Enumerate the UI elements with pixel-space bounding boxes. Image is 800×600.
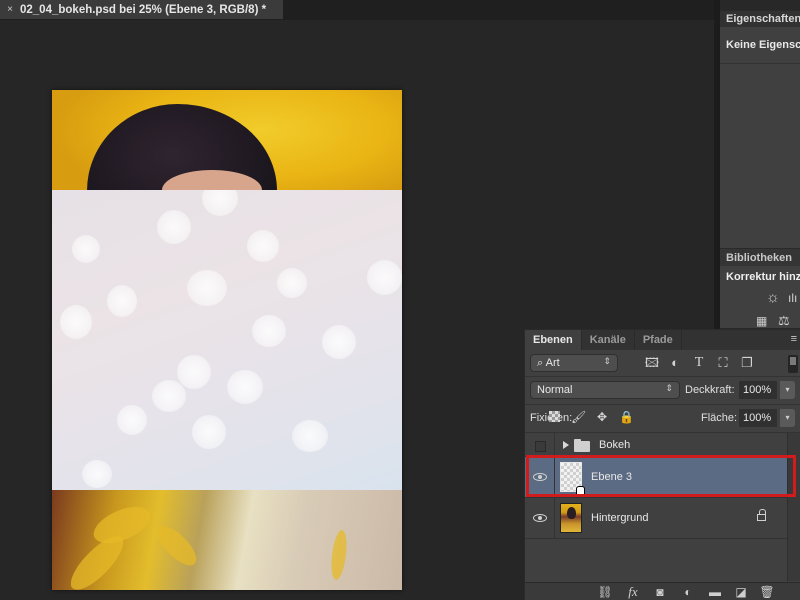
- new-adjustment-icon[interactable]: ◐: [680, 585, 696, 599]
- tab-paths[interactable]: Pfade: [635, 330, 682, 350]
- panel-menu-icon[interactable]: ≡: [791, 333, 797, 345]
- layer-name: Hintergrund: [591, 512, 649, 524]
- tab-channels[interactable]: Kanäle: [582, 330, 635, 350]
- properties-message: Keine Eigenschaften: [726, 39, 800, 51]
- layer-name: Ebene 3: [591, 471, 632, 483]
- document-tab[interactable]: × 02_04_bokeh.psd bei 25% (Ebene 3, RGB/…: [0, 0, 283, 19]
- visibility-cell[interactable]: [525, 433, 555, 456]
- layer-lock-icon[interactable]: [757, 509, 766, 521]
- bokeh-layer: [52, 190, 402, 490]
- lock-image-pixels-icon[interactable]: 🖌: [571, 410, 586, 424]
- adjustments-panel: Bibliotheken Korrektur hinzufügen ☼ ılı …: [720, 248, 800, 328]
- search-icon: ⌕: [537, 357, 544, 369]
- bokeh-circle: [367, 260, 402, 295]
- bokeh-circle: [82, 460, 112, 488]
- brightness-contrast-icon[interactable]: ☼: [766, 290, 780, 306]
- tab-libraries[interactable]: Bibliotheken: [720, 249, 800, 266]
- pixel-layer-filter-icon[interactable]: 🖾: [644, 355, 660, 371]
- select-arrows-icon: ⇕: [665, 383, 673, 393]
- add-mask-icon[interactable]: ◙: [652, 585, 668, 599]
- new-group-icon[interactable]: ▬: [707, 585, 723, 599]
- bokeh-circle: [322, 325, 356, 359]
- fill-input[interactable]: 100%: [739, 409, 777, 427]
- bokeh-circle: [177, 355, 211, 389]
- close-tab-icon[interactable]: ×: [2, 4, 18, 15]
- background-photo-top: [52, 90, 402, 234]
- balance-icon[interactable]: ⚖: [778, 313, 790, 329]
- bokeh-circle: [72, 235, 100, 263]
- gradient-map-icon[interactable]: ▦: [756, 313, 767, 329]
- lock-all-icon[interactable]: 🔒: [619, 410, 634, 424]
- blend-mode-select[interactable]: Normal ⇕: [530, 381, 680, 399]
- smart-object-filter-icon[interactable]: ❐: [739, 355, 755, 371]
- bokeh-circle: [277, 268, 307, 298]
- tab-properties[interactable]: Eigenschaften: [720, 11, 800, 27]
- visibility-off-box[interactable]: [535, 441, 546, 452]
- layer-row-ebene-3[interactable]: Ebene 3: [525, 457, 787, 498]
- layers-panel: Ebenen Kanäle Pfade ≡ ⌕ Art ⇕ 🖾 ◐ T ⛶ ❐ …: [524, 329, 800, 600]
- document-tab-title: 02_04_bokeh.psd bei 25% (Ebene 3, RGB/8)…: [20, 3, 267, 16]
- eye-icon[interactable]: [533, 514, 547, 522]
- blend-mode-value: Normal: [537, 384, 573, 396]
- bokeh-circle: [252, 315, 286, 347]
- layer-name: Bokeh: [599, 439, 631, 451]
- wheat-shape: [150, 521, 204, 571]
- layer-list: Bokeh Ebene 3 Hintergrund: [525, 433, 787, 581]
- fill-dropdown-button[interactable]: ▾: [780, 409, 795, 427]
- background-photo-bottom: [52, 490, 402, 590]
- select-arrows-icon: ⇕: [603, 356, 611, 366]
- document-tab-bar: × 02_04_bokeh.psd bei 25% (Ebene 3, RGB/…: [0, 0, 714, 20]
- filter-toggle-switch[interactable]: [788, 355, 798, 373]
- layer-row-hintergrund[interactable]: Hintergrund: [525, 498, 787, 539]
- lock-transparency-icon[interactable]: [549, 411, 560, 422]
- layers-panel-tabs: Ebenen Kanäle Pfade ≡: [525, 330, 800, 350]
- photoshop-window: × 02_04_bokeh.psd bei 25% (Ebene 3, RGB/…: [0, 0, 800, 600]
- layer-thumbnail[interactable]: [560, 503, 582, 533]
- layer-row-bokeh[interactable]: Bokeh: [525, 433, 787, 457]
- bokeh-circle: [187, 270, 227, 306]
- bokeh-circle: [152, 380, 186, 412]
- bokeh-circle: [107, 285, 137, 317]
- type-layer-filter-icon[interactable]: T: [691, 355, 707, 371]
- new-layer-icon[interactable]: ◪: [733, 585, 749, 599]
- bokeh-circle: [227, 370, 263, 404]
- expand-group-icon[interactable]: [563, 441, 569, 449]
- adjustments-heading: Korrektur hinzufügen: [726, 271, 800, 283]
- visibility-cell[interactable]: [525, 457, 555, 497]
- divider: [720, 63, 800, 64]
- eye-icon[interactable]: [533, 473, 547, 481]
- delete-layer-icon[interactable]: 🗑: [759, 585, 775, 599]
- wheat-shape: [327, 529, 351, 581]
- lock-position-icon[interactable]: ✥: [595, 410, 609, 424]
- layer-list-scrollbar[interactable]: [787, 433, 800, 581]
- layers-bottom-toolbar: ⛓ fx ◙ ◐ ▬ ◪ 🗑: [525, 582, 800, 600]
- opacity-dropdown-button[interactable]: ▾: [780, 381, 795, 399]
- visibility-cell[interactable]: [525, 498, 555, 538]
- adjustment-layer-filter-icon[interactable]: ◐: [667, 355, 683, 371]
- hand-cursor-icon: [576, 486, 585, 496]
- bokeh-circle: [247, 230, 279, 262]
- bokeh-circle: [202, 190, 238, 216]
- lock-row: Fixieren: Fläche: 100% ▾: [525, 405, 800, 431]
- shape-layer-filter-icon[interactable]: ⛶: [715, 355, 731, 371]
- link-layers-icon[interactable]: ⛓: [597, 585, 613, 599]
- bokeh-circle: [192, 415, 226, 449]
- blend-row: Normal ⇕ Deckkraft: 100% ▾: [525, 377, 800, 403]
- layer-filter-row: ⌕ Art ⇕ 🖾 ◐ T ⛶ ❐: [525, 350, 800, 376]
- fx-icon[interactable]: fx: [625, 585, 641, 599]
- levels-icon[interactable]: ılı: [788, 290, 797, 306]
- bokeh-circle: [157, 210, 191, 244]
- properties-panel: Eigenschaften Keine Eigenschaften: [720, 10, 800, 248]
- fill-label: Fläche:: [701, 412, 738, 424]
- bokeh-circle: [60, 305, 92, 339]
- opacity-label: Deckkraft:: [685, 384, 735, 396]
- bokeh-circle: [292, 420, 328, 452]
- filter-kind-value: Art: [545, 357, 560, 369]
- folder-icon: [574, 439, 590, 452]
- filter-kind-select[interactable]: ⌕ Art ⇕: [530, 354, 618, 372]
- document-canvas[interactable]: [52, 90, 402, 590]
- opacity-input[interactable]: 100%: [739, 381, 777, 399]
- tab-layers[interactable]: Ebenen: [525, 330, 582, 350]
- bokeh-circle: [117, 405, 147, 435]
